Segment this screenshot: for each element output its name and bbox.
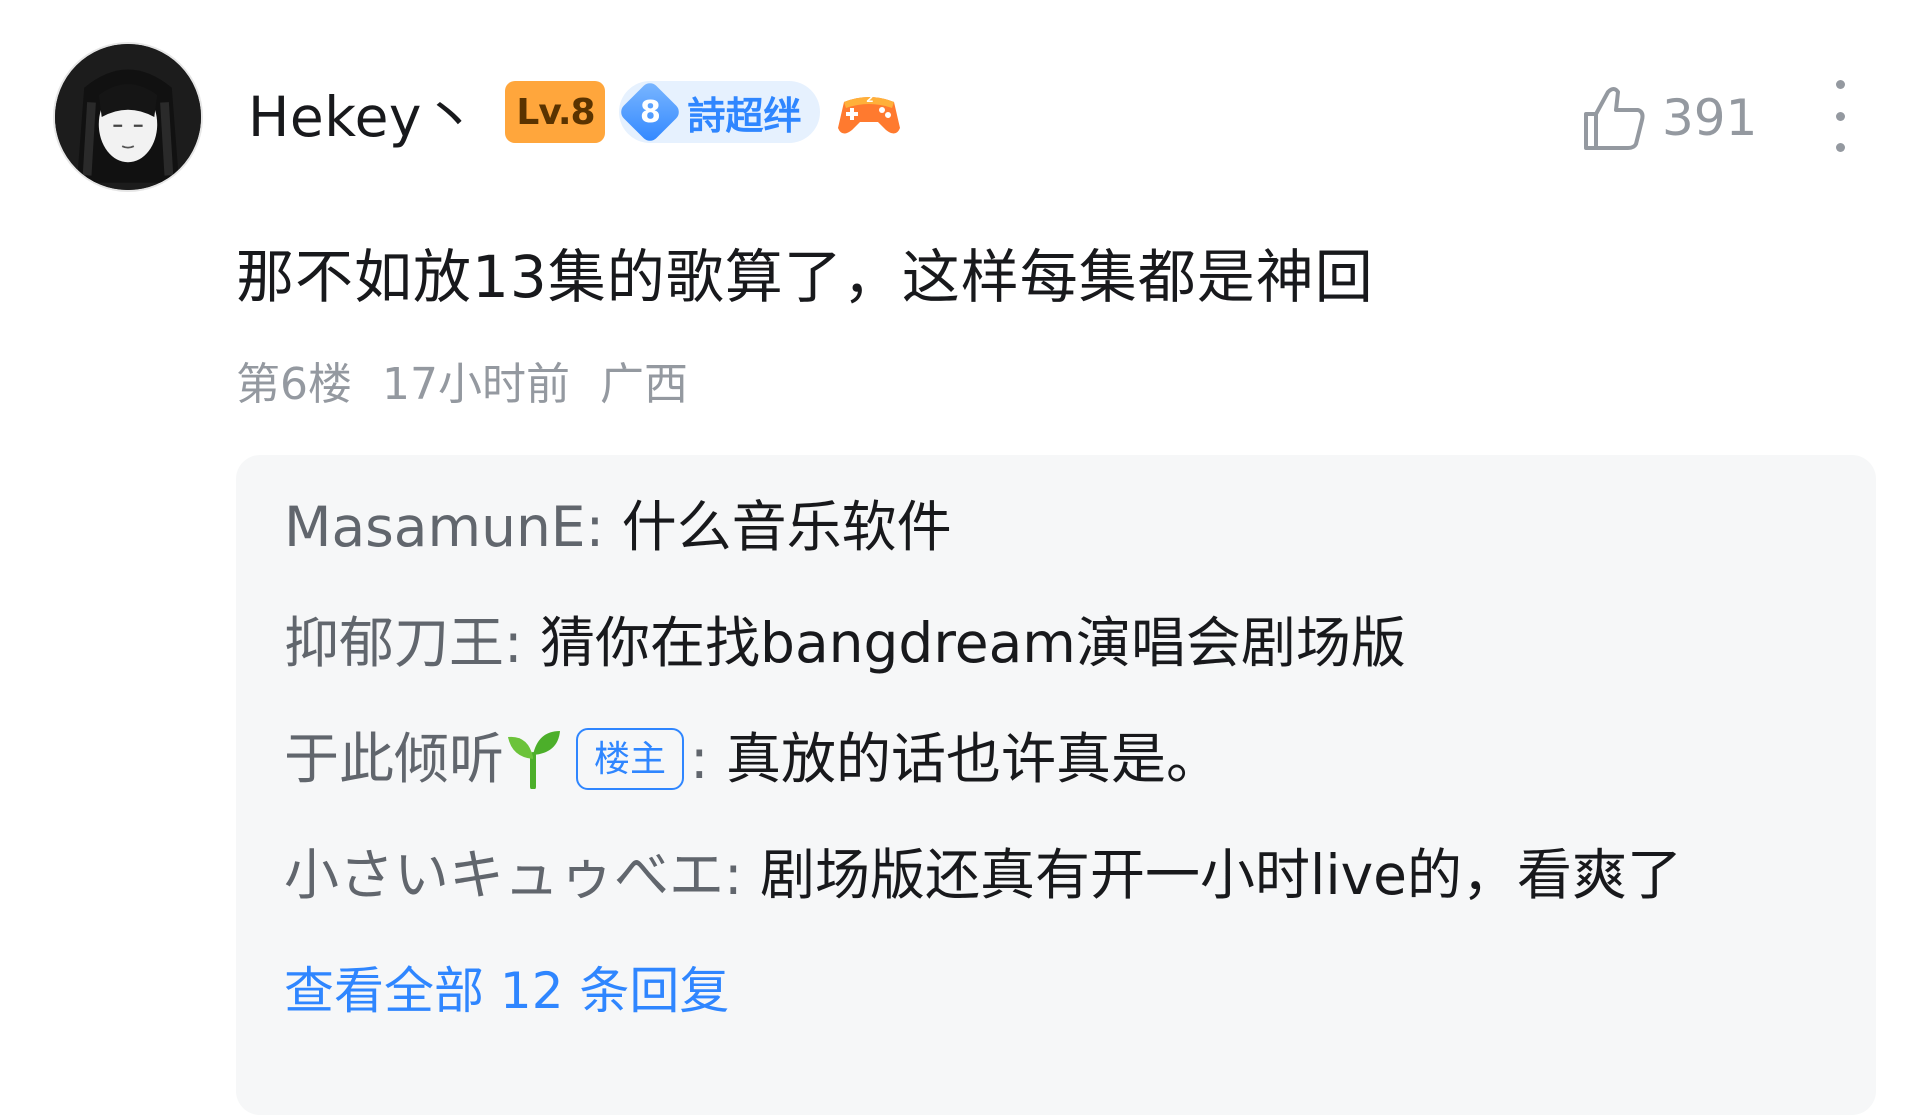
username[interactable]: Hekey丶 [248, 72, 477, 152]
comment-time: 17小时前 [382, 359, 570, 410]
thumbs-up-icon [1584, 87, 1645, 150]
reply-item[interactable]: 抑郁刀王: 猜你在找bangdream演唱会剧场版 [284, 585, 1824, 701]
comment-content: 那不如放13集的歌算了，这样每集都是神回 [236, 243, 1374, 311]
game-controller-icon: 2 [837, 92, 900, 134]
view-all-replies-link[interactable]: 查看全部 12 条回复 [284, 933, 1828, 1049]
comment-item: Hekey丶 Lv.8 8 詩超绊 2 391 那不如放13集的歌算了，这样每集… [0, 0, 1920, 1115]
reply-item[interactable]: 小さいキュゥべエ: 剧场版还真有开一小时live的，看爽了 [284, 817, 1824, 933]
like-button[interactable]: 391 [1580, 78, 1757, 158]
fan-medal-name: 詩超绊 [687, 93, 802, 138]
reply-text: 猜你在找bangdream演唱会剧场版 [540, 611, 1406, 675]
more-vertical-icon-dot [1835, 80, 1845, 89]
fan-medal-level: 8 [640, 94, 661, 130]
reply-text: 真放的话也许真是。 [726, 727, 1222, 791]
fan-medal-icon: 8 [617, 79, 684, 145]
avatar-image [55, 44, 201, 190]
reply-item[interactable]: MasamunE: 什么音乐软件 [284, 469, 1824, 585]
like-count: 391 [1662, 89, 1758, 147]
more-options-button[interactable] [1822, 80, 1858, 152]
user-info-row: Hekey丶 Lv.8 8 詩超绊 2 [248, 70, 902, 154]
reply-item[interactable]: 于此倾听 楼主: 真放的话也许真是。 [284, 701, 1824, 817]
thread-host-badge: 楼主 [576, 727, 685, 790]
comment-meta: 第6楼 17小时前 广西 [236, 348, 688, 412]
reply-text: 什么音乐软件 [621, 495, 952, 559]
more-vertical-icon-dot [1835, 111, 1845, 121]
more-vertical-icon-dot [1835, 143, 1845, 152]
reply-username[interactable]: 于此倾听 [284, 727, 504, 791]
comment-location: 广西 [600, 359, 688, 410]
comment-floor: 第6楼 [236, 359, 352, 410]
reply-username[interactable]: MasamunE [284, 495, 586, 559]
reply-text: 剧场版还真有开一小时live的，看爽了 [760, 843, 1682, 907]
user-level-badge: Lv.8 [505, 81, 606, 143]
replies-container: MasamunE: 什么音乐软件 抑郁刀王: 猜你在找bangdream演唱会剧… [236, 455, 1876, 1115]
svg-text:2: 2 [866, 92, 874, 105]
sprout-icon [508, 730, 561, 789]
fan-medal-badge[interactable]: 8 詩超绊 [617, 79, 820, 145]
reply-username[interactable]: 抑郁刀王 [284, 611, 504, 675]
reply-username[interactable]: 小さいキュゥべエ [284, 843, 724, 907]
user-avatar[interactable] [53, 42, 203, 192]
